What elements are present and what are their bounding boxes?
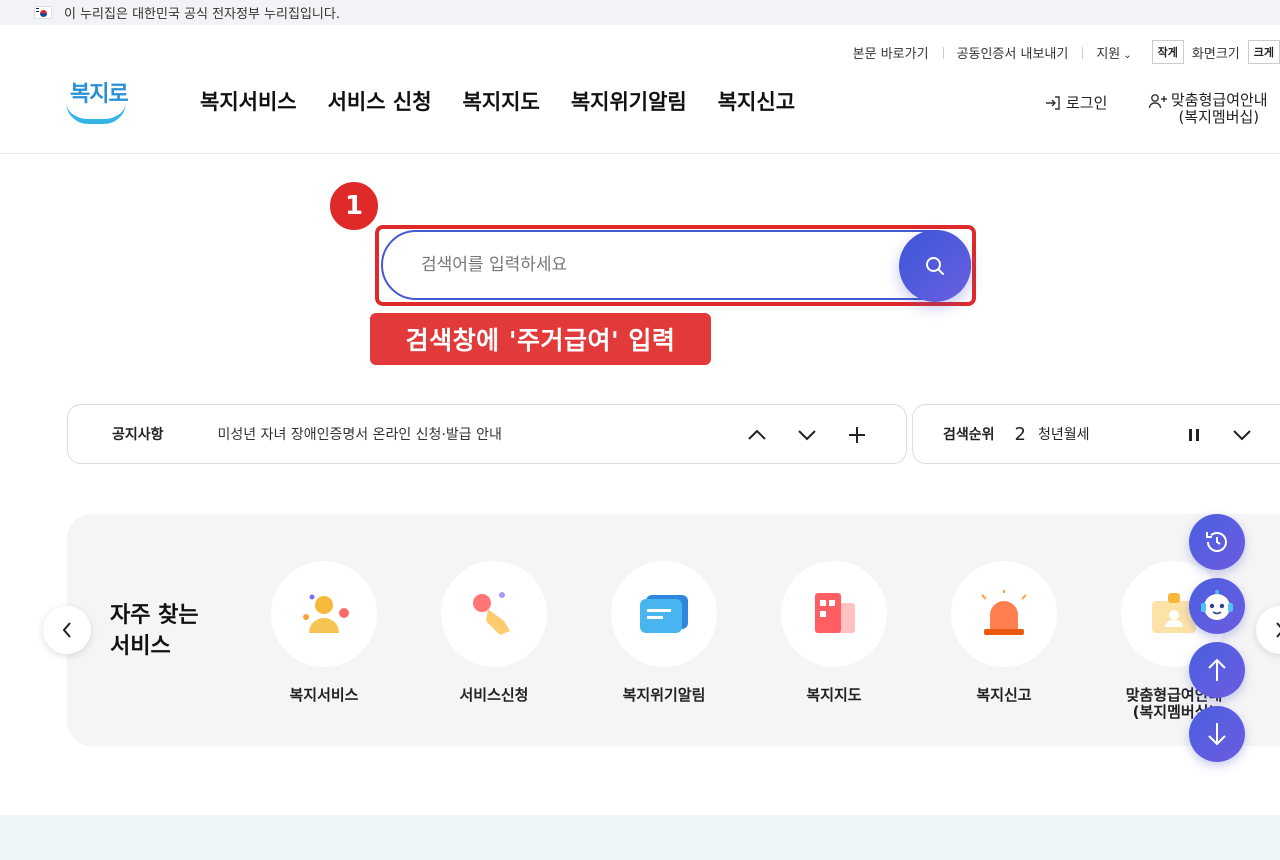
font-size-large-button[interactable]: 크게 xyxy=(1247,40,1280,64)
korea-flag-icon xyxy=(34,6,52,19)
fav-service-apply[interactable]: 서비스신청 xyxy=(409,561,579,704)
notice-more-button[interactable] xyxy=(844,423,870,447)
skip-to-content-link[interactable]: 본문 바로가기 xyxy=(839,43,943,62)
frequent-services-panel: 자주 찾는 서비스 복지서비스 서비스신청 복지위기알림 복지지도 복지신고 맞… xyxy=(67,514,1280,746)
fav-label: 서비스신청 xyxy=(459,686,529,704)
search-rank-bar: 검색순위 2 청년월세 xyxy=(912,404,1280,464)
rank-label: 검색순위 xyxy=(943,427,995,443)
nav-service-apply[interactable]: 서비스 신청 xyxy=(328,86,432,116)
frequent-title-line1: 자주 찾는 xyxy=(110,603,199,628)
nav-welfare-map[interactable]: 복지지도 xyxy=(463,86,540,116)
chatbot-icon xyxy=(1201,590,1233,620)
gov-banner-text: 이 누리집은 대한민국 공식 전자정부 누리집입니다. xyxy=(64,7,340,22)
chevron-down-icon xyxy=(1233,430,1251,441)
scroll-bottom-button[interactable] xyxy=(1189,706,1245,762)
rank-expand-button[interactable] xyxy=(1229,423,1255,447)
membership-label-1: 맞춤형급여안내 xyxy=(1171,91,1268,109)
tap-hand-icon xyxy=(473,592,510,635)
support-menu[interactable]: 지원 ⌄ xyxy=(1082,43,1145,62)
notice-label: 공지사항 xyxy=(112,427,164,443)
logo-smile-icon xyxy=(66,102,126,124)
nav-welfare-report[interactable]: 복지신고 xyxy=(718,86,795,116)
login-icon xyxy=(1046,95,1060,110)
header-divider xyxy=(0,153,1280,154)
fav-welfare-map[interactable]: 복지지도 xyxy=(749,561,919,704)
support-label: 지원 xyxy=(1096,46,1121,62)
pause-icon xyxy=(1189,429,1199,441)
chevron-left-icon xyxy=(62,622,71,638)
chatbot-button[interactable] xyxy=(1189,578,1245,634)
fav-service-apply-circle xyxy=(441,561,547,667)
building-icon xyxy=(815,593,855,633)
fav-welfare-report[interactable]: 복지신고 xyxy=(919,561,1089,704)
instruction-callout: 검색창에 '주거급여' 입력 xyxy=(370,313,711,365)
membership-line1: 맞춤형급여안내 xyxy=(1148,92,1268,109)
frequent-title-line2: 서비스 xyxy=(110,634,171,659)
rank-keyword[interactable]: 청년월세 xyxy=(1038,424,1090,444)
person-icon xyxy=(303,594,349,633)
recent-history-button[interactable] xyxy=(1189,514,1245,570)
site-logo[interactable]: 복지로 xyxy=(66,76,130,126)
fav-welfare-service[interactable]: 복지서비스 xyxy=(239,561,409,704)
chevron-right-icon xyxy=(1276,622,1280,638)
fav-label: 복지지도 xyxy=(806,686,862,704)
chevron-down-icon xyxy=(798,430,816,441)
plus-icon xyxy=(849,427,865,443)
message-icon xyxy=(640,595,688,633)
search-input[interactable] xyxy=(421,255,881,275)
notice-controls xyxy=(744,423,870,447)
fav-welfare-report-circle xyxy=(951,561,1057,667)
bottom-section-band xyxy=(0,815,1280,860)
login-label: 로그인 xyxy=(1066,94,1108,112)
siren-icon xyxy=(981,590,1027,635)
fav-crisis-alert-circle xyxy=(611,561,717,667)
rank-pause-button[interactable] xyxy=(1181,423,1207,447)
history-icon xyxy=(1206,532,1227,552)
chevron-down-icon: ⌄ xyxy=(1123,49,1132,61)
notice-prev-button[interactable] xyxy=(744,423,770,447)
arrow-up-icon xyxy=(1208,658,1226,681)
fav-welfare-service-circle xyxy=(271,561,377,667)
arrow-down-icon xyxy=(1208,723,1226,746)
search-button[interactable] xyxy=(899,230,971,302)
rank-controls xyxy=(1181,423,1255,447)
user-plus-icon xyxy=(1148,93,1167,108)
search-icon xyxy=(926,257,944,275)
fav-label: 복지위기알림 xyxy=(622,686,706,704)
cert-export-link[interactable]: 공동인증서 내보내기 xyxy=(942,43,1083,62)
frequent-services-title: 자주 찾는 서비스 xyxy=(110,600,199,662)
font-size-small-button[interactable]: 작게 xyxy=(1151,40,1184,64)
step-number-badge: 1 xyxy=(328,180,380,232)
notice-next-button[interactable] xyxy=(794,423,820,447)
page-root: 이 누리집은 대한민국 공식 전자정부 누리집입니다. 본문 바로가기 공동인증… xyxy=(0,0,1280,860)
main-search-bar xyxy=(381,230,971,302)
notice-text[interactable]: 미성년 자녀 장애인증명서 온라인 신청·발급 안내 xyxy=(218,424,502,444)
fav-prev-button[interactable] xyxy=(43,606,91,654)
chevron-up-icon xyxy=(748,429,766,440)
nav-welfare-service[interactable]: 복지서비스 xyxy=(200,86,297,116)
membership-label-2: (복지멤버십) xyxy=(1178,108,1260,126)
main-nav: 복지서비스 서비스 신청 복지지도 복지위기알림 복지신고 xyxy=(200,86,826,116)
fav-crisis-alert[interactable]: 복지위기알림 xyxy=(579,561,749,704)
membership-button[interactable]: 맞춤형급여안내 (복지멤버십) xyxy=(1148,92,1268,126)
font-size-label: 화면크기 xyxy=(1191,46,1240,62)
nav-crisis-alert[interactable]: 복지위기알림 xyxy=(571,86,687,116)
utility-bar: 본문 바로가기 공동인증서 내보내기 지원 ⌄ 작게 화면크기 크게 xyxy=(839,40,1280,64)
fav-label: 복지서비스 xyxy=(289,686,359,704)
gov-banner: 이 누리집은 대한민국 공식 전자정부 누리집입니다. xyxy=(0,0,1280,25)
login-button[interactable]: 로그인 xyxy=(1044,92,1107,113)
rank-number: 2 xyxy=(1014,423,1026,445)
fav-label: 복지신고 xyxy=(976,686,1032,704)
scroll-top-button[interactable] xyxy=(1189,642,1245,698)
notice-bar: 공지사항 미성년 자녀 장애인증명서 온라인 신청·발급 안내 xyxy=(67,404,907,464)
fav-welfare-map-circle xyxy=(781,561,887,667)
